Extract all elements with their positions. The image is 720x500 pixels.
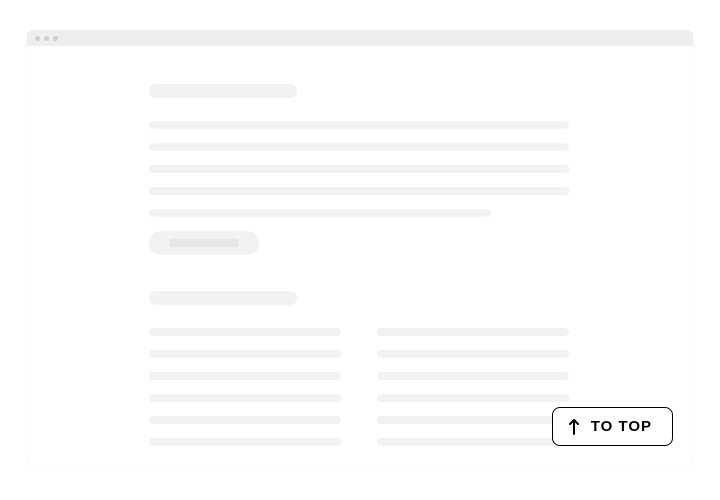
skeleton-line (149, 187, 569, 195)
skeleton-line (149, 328, 341, 336)
skeleton-button (149, 231, 259, 255)
skeleton-line (149, 165, 569, 173)
skeleton-line (149, 416, 341, 424)
skeleton-line (149, 209, 491, 217)
arrow-up-icon (569, 419, 579, 435)
skeleton-heading (149, 291, 297, 305)
to-top-label: TO TOP (591, 418, 652, 435)
skeleton-line (377, 328, 569, 336)
skeleton-line (377, 394, 569, 402)
browser-titlebar (27, 30, 693, 46)
skeleton-line (149, 438, 341, 446)
browser-frame (27, 30, 693, 465)
browser-content (27, 46, 693, 465)
skeleton-line (377, 438, 569, 446)
traffic-light-maximize (53, 36, 58, 41)
skeleton-column-left (149, 328, 341, 446)
skeleton-line (377, 350, 569, 358)
skeleton-line (149, 143, 569, 151)
skeleton-line (149, 372, 341, 380)
skeleton-line (149, 394, 341, 402)
traffic-light-close (35, 36, 40, 41)
skeleton-line (149, 121, 569, 129)
skeleton-two-column (149, 328, 571, 446)
skeleton-line (377, 372, 569, 380)
skeleton-button-inner (169, 239, 239, 247)
skeleton-line (377, 416, 569, 424)
to-top-button[interactable]: TO TOP (552, 407, 673, 446)
skeleton-line (149, 350, 341, 358)
skeleton-column-right (377, 328, 569, 446)
traffic-light-minimize (44, 36, 49, 41)
skeleton-heading (149, 84, 297, 98)
